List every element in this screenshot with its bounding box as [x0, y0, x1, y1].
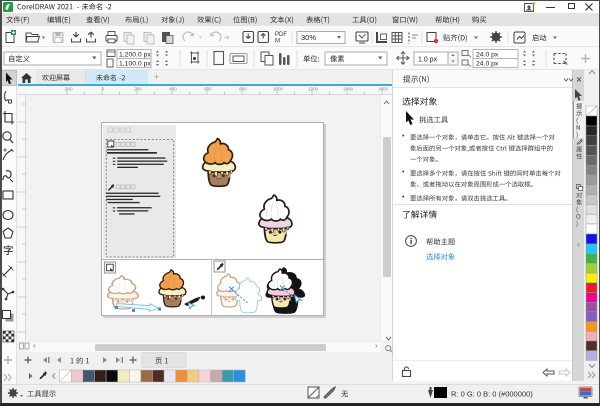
svg-text:800: 800 [239, 87, 247, 92]
svg-text:200: 200 [134, 87, 142, 92]
svg-text:30%: 30% [301, 33, 316, 42]
svg-text:1,100.0 px: 1,100.0 px [119, 61, 151, 68]
svg-text:1,200.0 px: 1,200.0 px [119, 52, 151, 59]
svg-text:0: 0 [102, 87, 105, 92]
svg-text:-200: -200 [63, 87, 73, 92]
svg-text:1400: 1400 [343, 87, 354, 92]
svg-text:R: 0 G: 0 B: 0 (#000000): R: 0 G: 0 B: 0 (#000000) [451, 390, 533, 399]
svg-text:24.0 px: 24.0 px [476, 52, 499, 59]
svg-text:1.0 px: 1.0 px [418, 57, 438, 64]
svg-text:PDF: PDF [275, 32, 287, 38]
svg-text:400: 400 [169, 87, 177, 92]
svg-text:1200: 1200 [308, 87, 319, 92]
svg-text:M: M [275, 39, 280, 45]
svg-text:1000: 1000 [273, 87, 284, 92]
svg-text:24.0 px: 24.0 px [476, 61, 499, 68]
svg-text:600: 600 [204, 87, 212, 92]
svg-text:1600: 1600 [378, 87, 389, 92]
